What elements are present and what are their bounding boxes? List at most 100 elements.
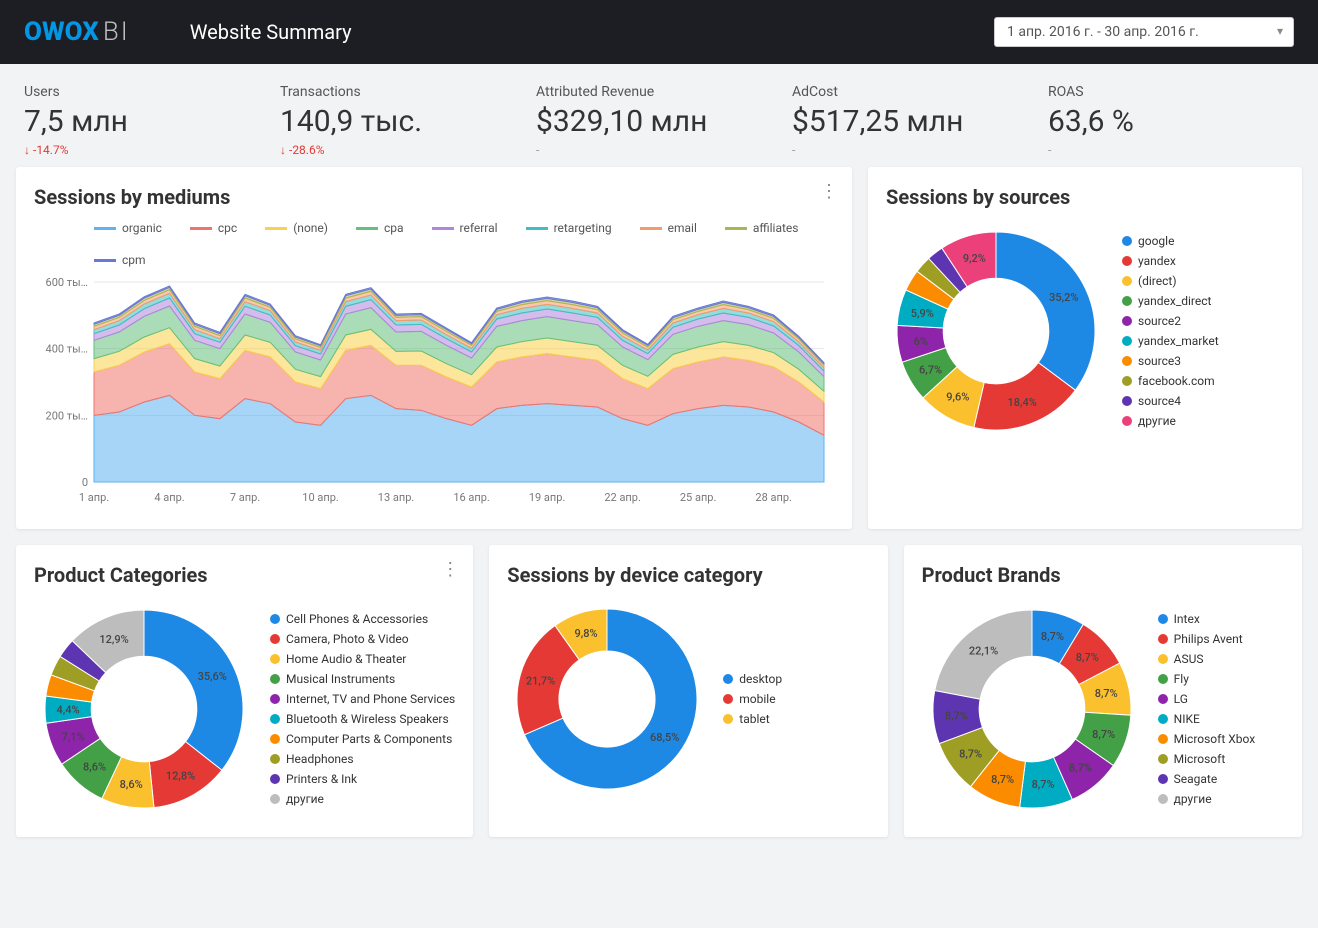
legend-label: Bluetooth & Wireless Speakers — [286, 712, 449, 726]
legend-label: другие — [286, 792, 324, 806]
page-title: Website Summary — [190, 20, 352, 44]
legend-label: Camera, Photo & Video — [286, 632, 409, 646]
svg-text:8,7%: 8,7% — [1092, 728, 1115, 741]
card-title: Product Categories — [34, 563, 455, 587]
legend-item: yandex_direct — [1122, 294, 1219, 308]
more-menu-icon[interactable]: ⋮ — [820, 183, 838, 201]
svg-text:12,9%: 12,9% — [99, 633, 128, 646]
svg-text:8,7%: 8,7% — [991, 773, 1014, 786]
legend-swatch — [94, 259, 116, 262]
legend-label: referral — [460, 221, 498, 235]
legend-item: yandex_market — [1122, 334, 1219, 348]
legend-item: referral — [432, 221, 498, 235]
legend-label: source4 — [1138, 394, 1181, 408]
legend-dot — [1122, 396, 1132, 406]
legend-item: Bluetooth & Wireless Speakers — [270, 712, 455, 726]
svg-text:16 апр.: 16 апр. — [453, 491, 490, 504]
more-menu-icon[interactable]: ⋮ — [441, 561, 459, 579]
legend-swatch — [640, 227, 662, 230]
legend-item: Intex — [1158, 612, 1256, 626]
metric-attributed-revenue: Attributed Revenue$329,10 млн- — [536, 84, 782, 157]
legend-dot — [723, 694, 733, 704]
legend-label: desktop — [739, 672, 782, 686]
legend-item: Printers & Ink — [270, 772, 455, 786]
legend-dot — [1158, 734, 1168, 744]
legend-swatch — [725, 227, 747, 230]
svg-text:8,7%: 8,7% — [944, 709, 967, 722]
metric-value: 140,9 тыс. — [280, 104, 526, 139]
logo: OWOX BI — [24, 17, 130, 47]
card-title: Product Brands — [922, 563, 1284, 587]
legend-dot — [1158, 794, 1168, 804]
legend-label: Headphones — [286, 752, 354, 766]
legend-dot — [1122, 356, 1132, 366]
donut-legend: IntexPhilips AventASUSFlyLGNIKEMicrosoft… — [1158, 612, 1256, 806]
date-range-picker[interactable]: 1 апр. 2016 г. - 30 апр. 2016 г. — [994, 17, 1294, 47]
legend-dot — [1122, 336, 1132, 346]
legend-dot — [1158, 674, 1168, 684]
donut-chart: 68,5%21,7%9,8% — [507, 599, 707, 799]
legend-label: affiliates — [753, 221, 799, 235]
donut-chart: 35,6%12,8%8,6%8,6%7,1%4,4%12,9% — [34, 599, 254, 819]
legend-item: (none) — [265, 221, 328, 235]
legend-item: другие — [1158, 792, 1256, 806]
legend-dot — [723, 674, 733, 684]
svg-text:8,6%: 8,6% — [83, 761, 106, 774]
legend-label: (direct) — [1138, 274, 1177, 288]
area-chart-legend: organiccpc(none)cpareferralretargetingem… — [94, 221, 834, 267]
legend-label: retargeting — [554, 221, 612, 235]
svg-text:22 апр.: 22 апр. — [604, 491, 641, 504]
svg-text:35,6%: 35,6% — [198, 670, 227, 683]
legend-dot — [1158, 774, 1168, 784]
svg-text:18,4%: 18,4% — [1007, 396, 1036, 409]
legend-item: source3 — [1122, 354, 1219, 368]
legend-label: NIKE — [1174, 712, 1200, 726]
svg-text:6,7%: 6,7% — [919, 363, 942, 376]
legend-label: source2 — [1138, 314, 1181, 328]
legend-item: retargeting — [526, 221, 612, 235]
metric-label: ROAS — [1048, 84, 1294, 100]
legend-item: Home Audio & Theater — [270, 652, 455, 666]
svg-text:8,7%: 8,7% — [1075, 651, 1098, 664]
legend-item: desktop — [723, 672, 782, 686]
metric-label: Users — [24, 84, 270, 100]
legend-dot — [270, 794, 280, 804]
svg-text:7 апр.: 7 апр. — [230, 491, 260, 504]
legend-label: ASUS — [1174, 652, 1204, 666]
legend-item: Musical Instruments — [270, 672, 455, 686]
legend-item: Seagate — [1158, 772, 1256, 786]
legend-label: (none) — [293, 221, 328, 235]
svg-text:19 апр.: 19 апр. — [529, 491, 566, 504]
legend-dot — [270, 754, 280, 764]
legend-swatch — [432, 227, 454, 230]
svg-text:5,9%: 5,9% — [911, 307, 934, 320]
legend-item: affiliates — [725, 221, 799, 235]
donut-legend: desktopmobiletablet — [723, 672, 782, 726]
legend-label: yandex_direct — [1138, 294, 1211, 308]
legend-label: Philips Avent — [1174, 632, 1243, 646]
card-sessions-by-sources: Sessions by sources 35,2%18,4%9,6%6,7%6%… — [868, 167, 1302, 529]
svg-text:8,7%: 8,7% — [959, 748, 982, 761]
donut-legend: googleyandex(direct)yandex_directsource2… — [1122, 234, 1219, 428]
legend-item: Camera, Photo & Video — [270, 632, 455, 646]
donut-slice[interactable] — [144, 610, 243, 770]
legend-dot — [1158, 694, 1168, 704]
legend-item: Cell Phones & Accessories — [270, 612, 455, 626]
legend-item: LG — [1158, 692, 1256, 706]
legend-label: source3 — [1138, 354, 1181, 368]
metric-transactions: Transactions140,9 тыс.↓ -28.6% — [280, 84, 526, 157]
svg-text:8,7%: 8,7% — [1041, 630, 1064, 643]
svg-text:8,7%: 8,7% — [1094, 687, 1117, 700]
metric-change: ↓ -14.7% — [24, 143, 270, 157]
svg-text:9,8%: 9,8% — [575, 627, 598, 640]
card-product-categories: Product Categories ⋮ 35,6%12,8%8,6%8,6%7… — [16, 545, 473, 837]
legend-dot — [1158, 754, 1168, 764]
donut-slice[interactable] — [996, 232, 1095, 390]
svg-text:21,7%: 21,7% — [526, 674, 555, 687]
area-chart: 0200 ты…400 ты…600 ты…1 апр.4 апр.7 апр.… — [34, 277, 834, 507]
legend-item: Microsoft — [1158, 752, 1256, 766]
card-sessions-by-device: Sessions by device category 68,5%21,7%9,… — [489, 545, 887, 837]
svg-text:35,2%: 35,2% — [1049, 291, 1078, 304]
legend-label: Musical Instruments — [286, 672, 395, 686]
svg-text:0: 0 — [82, 476, 88, 489]
